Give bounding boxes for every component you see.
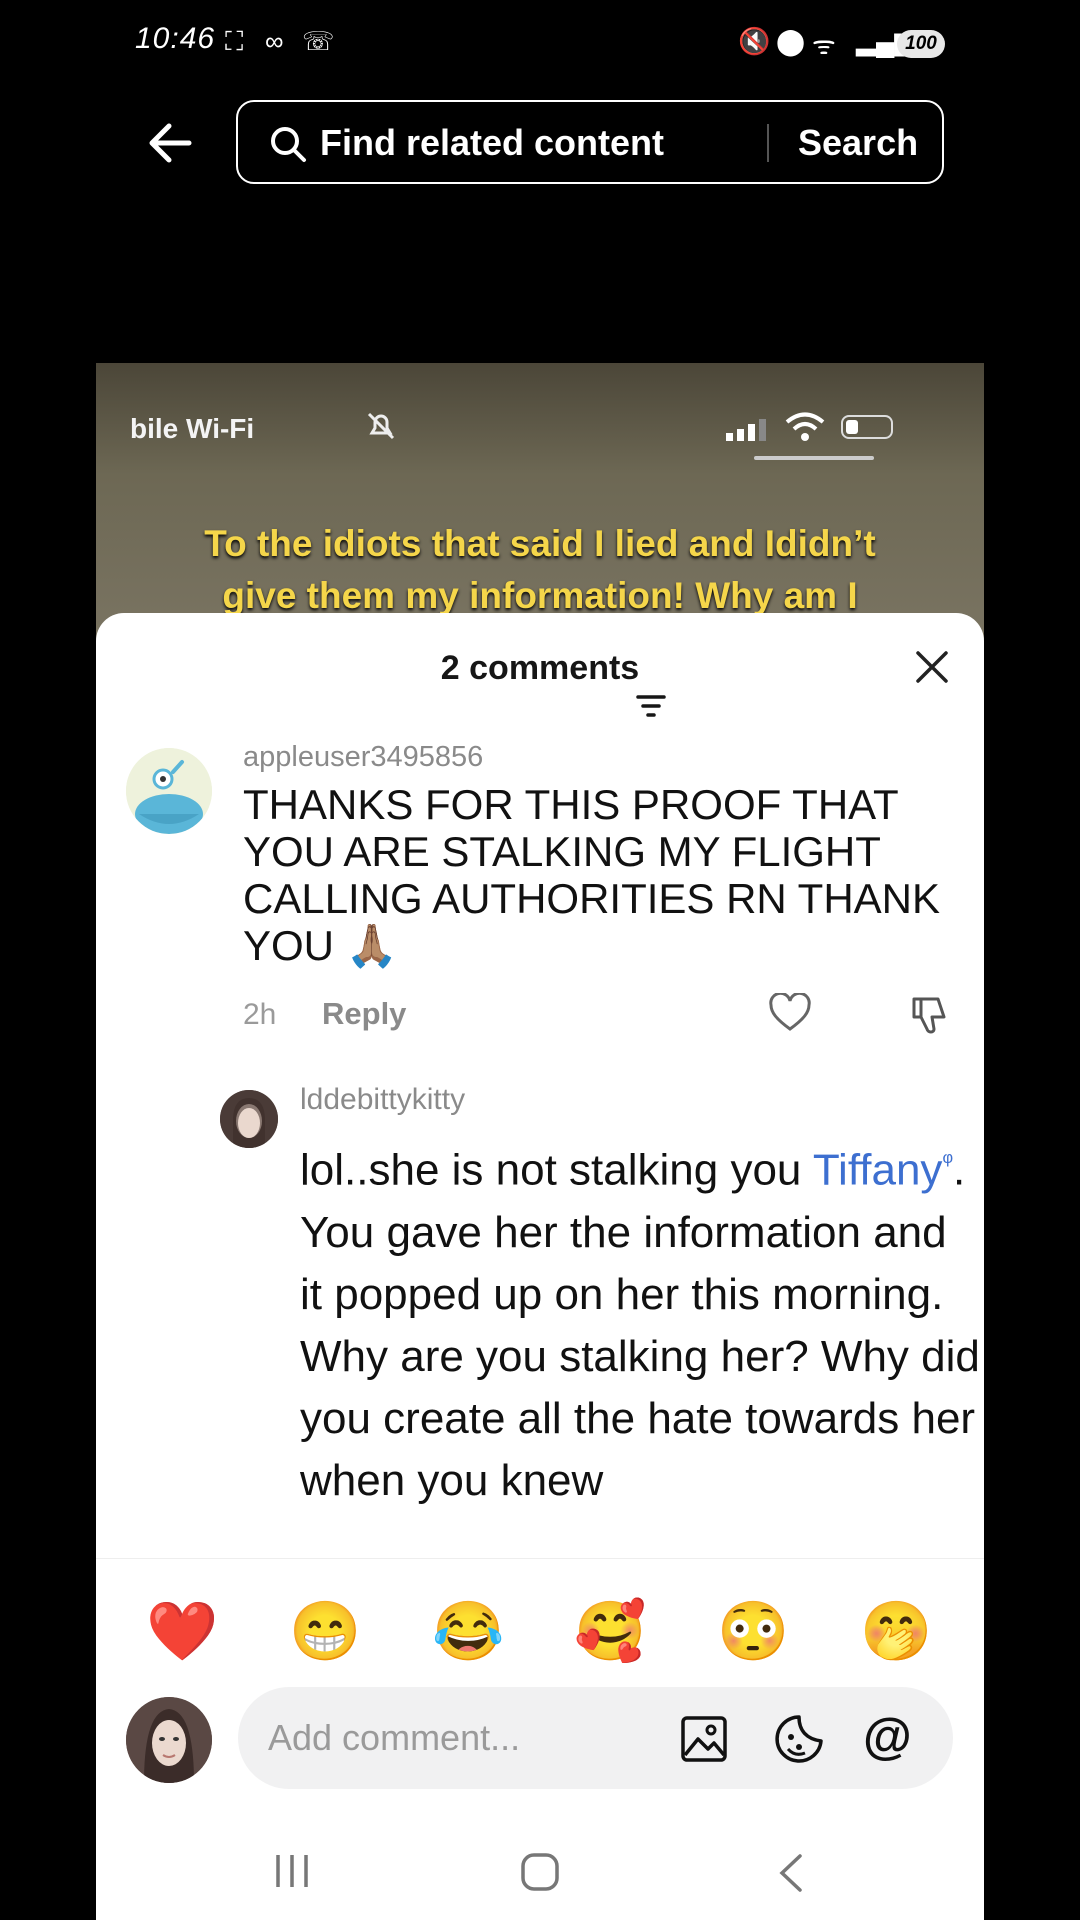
mute-icon: 🔇 [738, 26, 771, 56]
image-icon[interactable] [680, 1715, 728, 1763]
comment-body-end: . You gave her the information and it po… [300, 1145, 980, 1505]
comment-body-start: lol..she is not stalking you [300, 1145, 813, 1195]
laughing-tears-emoji[interactable]: 😂 [432, 1597, 504, 1667]
search-divider [767, 124, 769, 162]
caption-line-1: To the idiots that said I lied and Ididn… [204, 523, 876, 564]
comments-sheet: 2 comments appleuser3495856 THANKS FOR T… [96, 613, 984, 1920]
heart-icon[interactable] [768, 991, 812, 1033]
status-bar: 10:46 ⛶ ∞ ☏ 🔇 ⬤ ᯤ ▂▄▆ 100 [0, 0, 1080, 90]
sticker-icon[interactable] [773, 1713, 825, 1765]
search-input[interactable]: Find related content [320, 122, 664, 164]
video-status-text: bile Wi-Fi [130, 413, 255, 444]
hand-over-mouth-emoji[interactable]: 🤭 [860, 1597, 932, 1667]
comment-placeholder[interactable]: Add comment... [268, 1717, 520, 1759]
missed-call-icon: ☏ [302, 26, 335, 56]
search-bar[interactable]: Find related content Search [236, 100, 944, 184]
heart-emoji[interactable]: ❤️ [146, 1597, 218, 1667]
video-signal-icon [726, 417, 776, 441]
mute-bell-icon [364, 409, 398, 443]
back-arrow-icon[interactable] [145, 118, 195, 168]
comments-count: 2 comments [440, 649, 640, 687]
comment-username[interactable]: lddebittykitty [300, 1083, 465, 1117]
sort-filter-icon[interactable] [636, 693, 666, 719]
nav-back-icon[interactable] [776, 1853, 806, 1893]
comments-title[interactable]: 2 comments [96, 649, 984, 717]
grinning-emoji[interactable]: 😁 [289, 1597, 361, 1667]
video-preview[interactable]: bile Wi-Fi To the idiots that said I lie… [96, 363, 984, 643]
video-home-indicator [754, 456, 874, 460]
mention-link[interactable]: Tiffany [813, 1146, 943, 1195]
praying-hands-emoji: 🙏🏽 [345, 922, 398, 969]
battery-icon: 100 [897, 30, 945, 58]
reply-button[interactable]: Reply [322, 996, 406, 1032]
search-icon [268, 124, 308, 164]
location-icon: ⬤ [776, 26, 806, 56]
video-wifi-icon [784, 411, 826, 443]
close-icon[interactable] [914, 649, 950, 685]
screenshot-icon: ⛶ [225, 26, 244, 56]
comment-text: lol..she is not stalking you Tiffanyᵠ. Y… [300, 1131, 980, 1512]
mention-at-button[interactable]: @ [863, 1707, 912, 1765]
clock: 10:46 [135, 22, 216, 55]
wifi-icon: ᯤ [812, 30, 836, 60]
home-icon[interactable] [521, 1853, 559, 1891]
recent-apps-icon[interactable] [272, 1853, 312, 1889]
comment-text: THANKS FOR THIS PROOF THAT YOU ARE STALK… [243, 781, 963, 969]
avatar[interactable] [126, 748, 212, 834]
video-battery-icon [841, 415, 893, 439]
avatar[interactable] [220, 1090, 278, 1148]
mention-search-icon[interactable]: ᵠ [942, 1148, 953, 1175]
flushed-emoji[interactable]: 😳 [717, 1597, 789, 1667]
add-comment-field[interactable]: Add comment... @ [238, 1687, 953, 1789]
comment-username[interactable]: appleuser3495856 [243, 741, 483, 774]
comment-timestamp: 2h [243, 998, 277, 1031]
smiling-hearts-emoji[interactable]: 🥰 [574, 1597, 646, 1667]
thumbs-down-icon[interactable] [908, 993, 952, 1037]
video-caption: To the idiots that said I lied and Ididn… [106, 518, 974, 622]
current-user-avatar [126, 1697, 212, 1783]
search-button[interactable]: Search [798, 122, 918, 164]
voicemail-icon: ∞ [265, 26, 284, 56]
